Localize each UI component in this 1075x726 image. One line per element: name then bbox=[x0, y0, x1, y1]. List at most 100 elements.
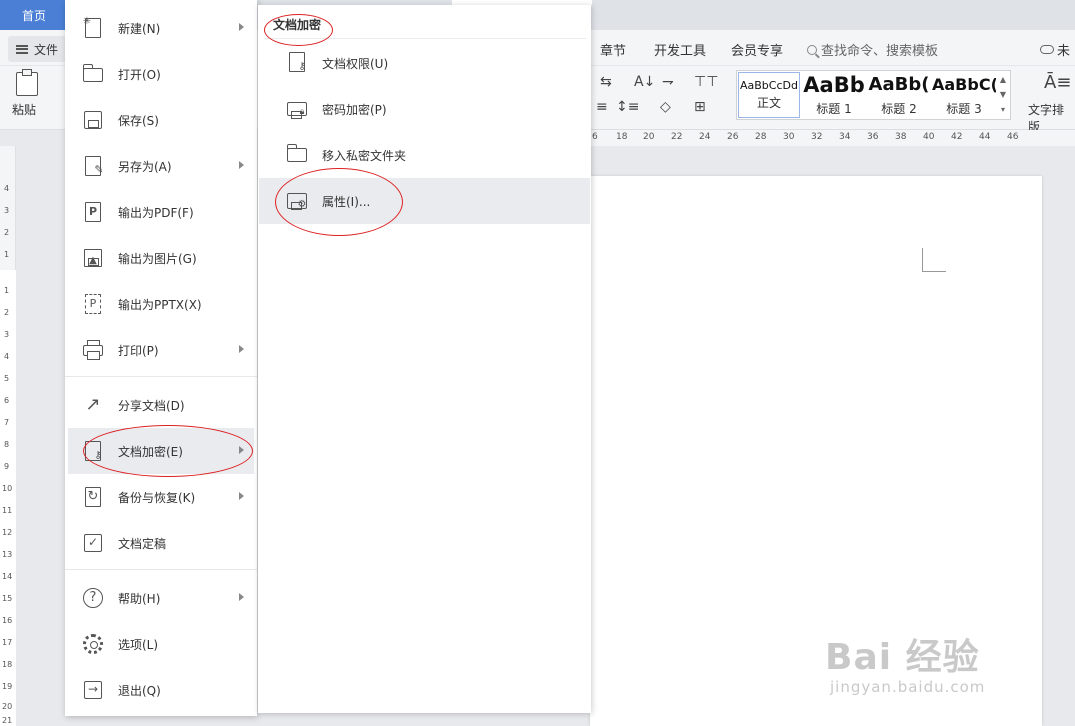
styles-scroll-buttons[interactable]: ▲ ▼ ▾ bbox=[997, 72, 1009, 118]
style-heading-1[interactable]: AaBb 标题 1 bbox=[802, 72, 866, 118]
new-document-icon: ✳ bbox=[82, 16, 104, 39]
file-menu-item-export-image[interactable]: ▲ 输出为图片(G) bbox=[68, 235, 254, 281]
ruler-tick: 44 bbox=[979, 132, 991, 142]
annotation-ellipse bbox=[83, 425, 253, 477]
export-image-icon: ▲ bbox=[82, 247, 104, 269]
file-menu-item-print[interactable]: 打印(P) bbox=[68, 327, 254, 373]
file-menu-item-label: 文档定稿 bbox=[118, 536, 167, 551]
file-menu-item-label: 帮助(H) bbox=[118, 591, 161, 606]
style-normal-name: 正文 bbox=[756, 96, 781, 110]
ruler-tick: 28 bbox=[755, 132, 767, 142]
save-as-icon: ✎ bbox=[82, 155, 104, 177]
file-menu-item-new[interactable]: ✳ 新建(N) bbox=[68, 5, 254, 51]
backup-restore-icon: ↻ bbox=[82, 486, 104, 508]
style-heading-3[interactable]: AaBbC( 标题 3 bbox=[932, 72, 996, 118]
submenu-arrow-icon bbox=[239, 345, 244, 353]
file-menu-item-export-pptx[interactable]: P 输出为PPTX(X) bbox=[68, 281, 254, 327]
file-menu-item-share[interactable]: ↗ 分享文档(D) bbox=[68, 382, 254, 428]
ruler-tick: 1 bbox=[4, 250, 10, 259]
file-menu-item-options[interactable]: 选项(L) bbox=[68, 621, 254, 667]
document-finalize-icon: ✓ bbox=[82, 532, 104, 554]
file-menu-item-help[interactable]: ? 帮助(H) bbox=[68, 575, 254, 621]
ruler-tick: 3 bbox=[4, 330, 10, 339]
ruler-tick: 6 bbox=[592, 132, 598, 142]
submenu-item-permission[interactable]: ⚷ 文档权限(U) bbox=[259, 40, 590, 86]
file-menu-item-exit[interactable]: → 退出(Q) bbox=[68, 667, 254, 713]
tab-home[interactable]: 首页 bbox=[0, 0, 68, 30]
ruler-tick: 20 bbox=[2, 702, 13, 711]
ruler-tick: 15 bbox=[2, 594, 13, 603]
ruler-tick: 22 bbox=[671, 132, 683, 142]
paragraph-spacing-icon[interactable]: ↕≡ bbox=[616, 99, 639, 115]
style-normal[interactable]: AaBbCcDd 正文 bbox=[738, 72, 800, 118]
text-layout-icon[interactable]: Ā≡ bbox=[1044, 72, 1071, 93]
file-menu-item-save[interactable]: 保存(S) bbox=[68, 97, 254, 143]
printer-icon bbox=[82, 339, 104, 361]
ruler-tick: 1 bbox=[4, 286, 10, 295]
help-icon: ? bbox=[82, 587, 104, 609]
submenu-arrow-icon bbox=[239, 161, 244, 169]
submenu-item-password[interactable]: 🔒︎ 密码加密(P) bbox=[259, 86, 590, 132]
search-icon bbox=[807, 44, 817, 55]
style-normal-sample: AaBbCcDd bbox=[740, 79, 798, 92]
submenu-item-label: 移入私密文件夹 bbox=[322, 148, 407, 163]
shading-icon[interactable]: ◇ bbox=[660, 99, 671, 115]
file-menu-item-label: 打印(P) bbox=[118, 343, 159, 358]
submenu-arrow-icon bbox=[239, 593, 244, 601]
file-menu-item-label: 输出为PPTX(X) bbox=[118, 297, 202, 312]
file-menu-item-label: 保存(S) bbox=[118, 113, 159, 128]
style-heading-3-sample: AaBbC( bbox=[932, 75, 996, 94]
submenu-arrow-icon bbox=[239, 23, 244, 31]
ruler-tick: 16 bbox=[2, 616, 13, 625]
phonetic-icon[interactable]: ⇆ bbox=[600, 74, 612, 90]
submenu-item-label: 密码加密(P) bbox=[322, 102, 387, 117]
file-menu-item-label: 备份与恢复(K) bbox=[118, 490, 196, 505]
sort-icon[interactable]: A↓ bbox=[634, 74, 655, 90]
hamburger-icon bbox=[16, 44, 28, 54]
ruler-tick: 17 bbox=[2, 638, 13, 647]
file-menu-item-backup[interactable]: ↻ 备份与恢复(K) bbox=[68, 474, 254, 520]
menu-developer-tools[interactable]: 开发工具 bbox=[654, 40, 706, 59]
line-spacing-icon[interactable]: ⇁ bbox=[662, 74, 674, 90]
file-menu-button[interactable]: 文件 bbox=[8, 36, 66, 62]
private-folder-icon bbox=[286, 143, 310, 167]
ruler-tick: 34 bbox=[839, 132, 851, 142]
file-menu-item-label: 新建(N) bbox=[118, 21, 161, 36]
file-menu-item-label: 选项(L) bbox=[118, 637, 159, 652]
ruler-tick: 6 bbox=[4, 396, 10, 405]
file-menu-item-export-pdf[interactable]: P 输出为PDF(F) bbox=[68, 189, 254, 235]
file-menu-item-finalize[interactable]: ✓ 文档定稿 bbox=[68, 520, 254, 566]
menu-member[interactable]: 会员专享 bbox=[731, 40, 783, 59]
ruler-tick: 7 bbox=[4, 418, 10, 427]
cloud-status-label: 未 bbox=[1057, 44, 1071, 59]
command-search[interactable]: 查找命令、搜索模板 bbox=[807, 40, 938, 59]
file-menu-item-label: 输出为PDF(F) bbox=[118, 205, 194, 220]
ruler-tick: 13 bbox=[2, 550, 13, 559]
borders-icon[interactable]: ⊞ bbox=[694, 99, 706, 115]
ruler-tick: 19 bbox=[2, 682, 13, 691]
annotation-ellipse bbox=[264, 14, 333, 46]
ruler-tick: 18 bbox=[616, 132, 628, 142]
ruler-tick: 4 bbox=[4, 352, 10, 361]
tab-stops-icon[interactable]: ⊤⊤ bbox=[694, 74, 718, 90]
file-menu-item-open[interactable]: 打开(O) bbox=[68, 51, 254, 97]
annotation-ellipse bbox=[275, 168, 403, 236]
save-icon bbox=[82, 109, 104, 131]
ruler-tick: 5 bbox=[4, 374, 10, 383]
paste-button-label[interactable]: 粘贴 bbox=[12, 101, 36, 118]
ruler-tick: 12 bbox=[2, 528, 13, 537]
indent-icon[interactable]: ≡ bbox=[596, 99, 608, 115]
menu-chapter[interactable]: 章节 bbox=[600, 40, 626, 59]
paste-icon[interactable] bbox=[16, 69, 38, 96]
horizontal-ruler[interactable]: 6 18 20 22 24 26 28 30 32 34 36 38 40 42… bbox=[590, 130, 1075, 146]
ruler-tick: 21 bbox=[2, 716, 13, 725]
cloud-icon bbox=[1040, 45, 1054, 54]
style-heading-2[interactable]: AaBb( 标题 2 bbox=[868, 72, 930, 118]
file-menu-item-label: 退出(Q) bbox=[118, 683, 161, 698]
style-heading-3-name: 标题 3 bbox=[946, 102, 982, 116]
file-menu: ✳ 新建(N) 打开(O) 保存(S) ✎ 另存为(A) P 输出为PDF(F)… bbox=[65, 0, 257, 716]
file-menu-item-save-as[interactable]: ✎ 另存为(A) bbox=[68, 143, 254, 189]
command-search-placeholder: 查找命令、搜索模板 bbox=[821, 44, 939, 59]
cloud-status[interactable]: 未 bbox=[1040, 40, 1070, 59]
ruler-tick: 24 bbox=[699, 132, 711, 142]
